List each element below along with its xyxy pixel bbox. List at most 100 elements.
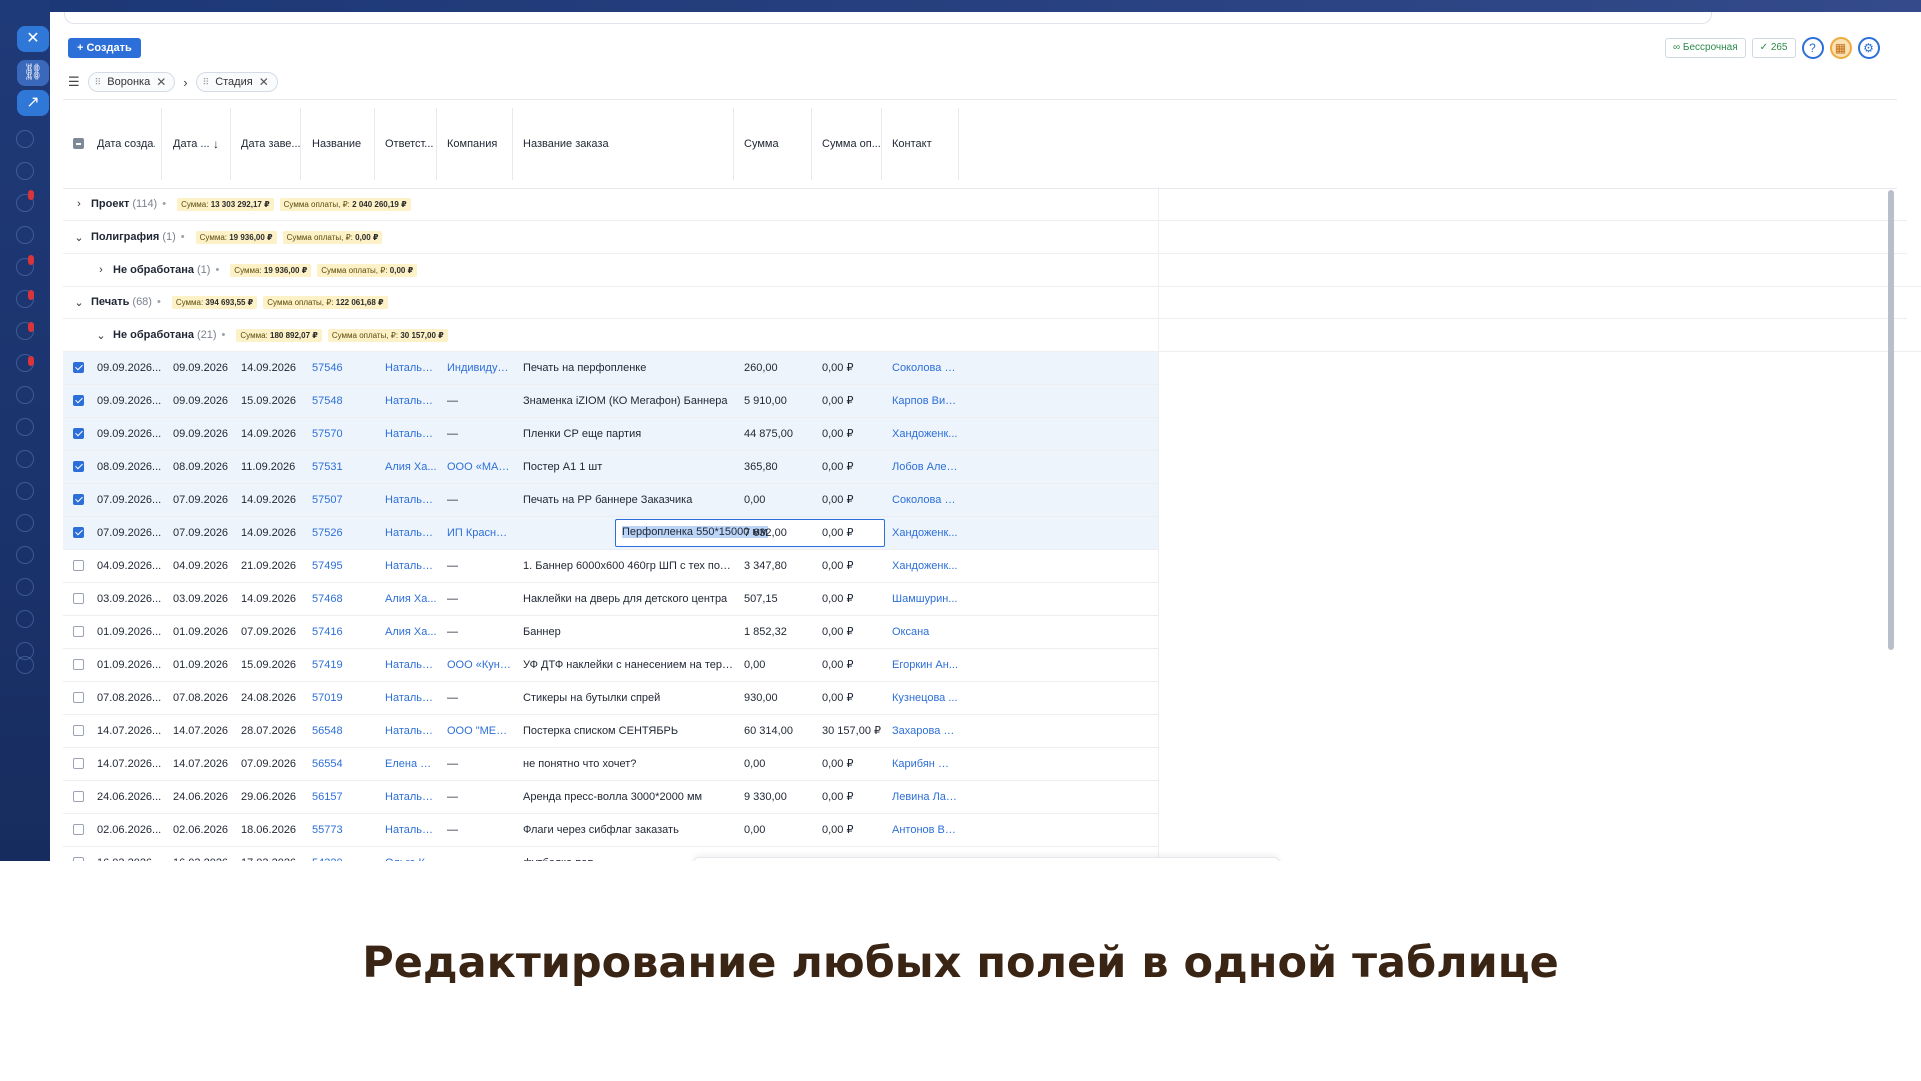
select-all-checkbox[interactable] — [73, 138, 84, 149]
table-row[interactable]: 14.07.2026... 14.07.2026 28.07.2026 5654… — [63, 715, 1159, 748]
cell-contact-link[interactable]: Кузнецова ... — [892, 682, 958, 714]
cell-contact-link[interactable]: Хандоженк... — [892, 517, 958, 549]
cell-sum[interactable]: 9 330,00 — [744, 781, 808, 813]
cell-created[interactable]: 02.06.2026... — [97, 814, 167, 846]
cell-finish[interactable]: 15.09.2026 — [241, 649, 305, 681]
cell-company[interactable]: — — [447, 748, 511, 780]
table-row[interactable]: 07.09.2026... 07.09.2026 14.09.2026 5752… — [63, 517, 1159, 550]
sidebar-icon[interactable] — [16, 418, 34, 436]
cell-contact-link[interactable]: Егоркин Ан... — [892, 649, 958, 681]
sidebar-icon[interactable] — [16, 162, 34, 180]
cell-owner-link[interactable]: Наталья... — [385, 550, 437, 582]
cell-date[interactable]: 24.06.2026 — [173, 781, 233, 813]
cell-date[interactable]: 14.07.2026 — [173, 748, 233, 780]
cell-order[interactable]: Баннер — [523, 616, 733, 648]
column-header[interactable]: Контакт — [892, 100, 952, 188]
column-divider[interactable] — [161, 108, 162, 180]
cell-paid[interactable]: 0,00 ₽ — [822, 451, 886, 483]
cell-name-link[interactable]: 57548 — [312, 385, 372, 417]
cell-paid[interactable]: 0,00 ₽ — [822, 550, 886, 582]
cell-company[interactable]: — — [447, 418, 511, 450]
row-checkbox[interactable] — [73, 395, 84, 406]
cell-sum[interactable]: 5 910,00 — [744, 385, 808, 417]
cell-date[interactable]: 09.09.2026 — [173, 385, 233, 417]
help-icon[interactable]: ? — [1801, 37, 1824, 59]
group-row-project[interactable]: › Проект (114) • Сумма: 13 303 292,17 ₽ … — [63, 188, 1907, 221]
cell-company-link[interactable]: — — [447, 385, 511, 417]
cell-created[interactable]: 14.07.2026... — [97, 715, 167, 747]
cell-finish[interactable]: 14.09.2026 — [241, 583, 305, 615]
chevron-down-icon[interactable]: ⌄ — [73, 231, 85, 244]
cell-paid[interactable]: 0,00 ₽ — [822, 814, 886, 846]
cell-name-link[interactable]: 57531 — [312, 451, 372, 483]
column-divider[interactable] — [374, 108, 375, 180]
cell-finish[interactable]: 14.09.2026 — [241, 484, 305, 516]
cell-finish[interactable]: 24.08.2026 — [241, 682, 305, 714]
chevron-down-icon[interactable]: ⌄ — [73, 296, 85, 309]
link-icon[interactable]: ⛓ — [17, 60, 49, 86]
row-checkbox[interactable] — [73, 626, 84, 637]
cell-contact-link[interactable]: Левина Лара — [892, 781, 958, 813]
cell-name-link[interactable]: 57416 — [312, 616, 372, 648]
cell-order[interactable]: Пленки СР еще партия — [523, 418, 733, 450]
cell-finish[interactable]: 21.09.2026 — [241, 550, 305, 582]
cell-name-link[interactable]: 56554 — [312, 748, 372, 780]
chevron-right-icon[interactable]: › — [73, 198, 85, 210]
column-header[interactable]: Дата ... — [173, 100, 209, 188]
cell-contact-link[interactable]: Соколова О... — [892, 352, 958, 384]
cell-order[interactable]: Флаги через сибфлаг заказать — [523, 814, 733, 846]
sidebar-icon[interactable] — [16, 482, 34, 500]
cell-name-link[interactable]: 57419 — [312, 649, 372, 681]
cell-owner-link[interactable]: Наталья... — [385, 484, 437, 516]
cell-date[interactable]: 14.07.2026 — [173, 715, 233, 747]
cell-date[interactable]: 08.09.2026 — [173, 451, 233, 483]
cell-owner-link[interactable]: Наталья... — [385, 517, 437, 549]
cell-finish[interactable]: 15.09.2026 — [241, 385, 305, 417]
cell-finish[interactable]: 29.06.2026 — [241, 781, 305, 813]
table-row[interactable]: 02.06.2026... 02.06.2026 18.06.2026 5577… — [63, 814, 1159, 847]
license-badge[interactable]: ∞ Бессрочная — [1665, 38, 1746, 58]
cell-sum[interactable]: 60 314,00 — [744, 715, 808, 747]
counter-badge[interactable]: ✓ 265 — [1751, 38, 1796, 58]
cell-name-link[interactable]: 56548 — [312, 715, 372, 747]
column-divider[interactable] — [958, 108, 959, 180]
cell-paid[interactable]: 0,00 ₽ — [822, 781, 886, 813]
group-chip-funnel[interactable]: ⠿ Воронка ✕ — [87, 72, 176, 92]
column-divider[interactable] — [512, 108, 513, 180]
cell-owner-link[interactable]: Елена М... — [385, 748, 437, 780]
table-row[interactable]: 09.09.2026... 09.09.2026 14.09.2026 5757… — [63, 418, 1159, 451]
cell-contact-link[interactable]: Оксана — [892, 616, 958, 648]
sidebar-icon[interactable] — [16, 386, 34, 404]
cell-company[interactable]: — — [447, 814, 511, 846]
sidebar-icon[interactable] — [16, 450, 34, 468]
cell-finish[interactable]: 14.09.2026 — [241, 352, 305, 384]
cell-sum[interactable]: 3 347,80 — [744, 550, 808, 582]
cell-order[interactable]: Аренда пресс-волла 3000*2000 мм — [523, 781, 733, 813]
table-row[interactable]: 09.09.2026... 09.09.2026 15.09.2026 5754… — [63, 385, 1159, 418]
cell-contact-link[interactable]: Карибян Ю... — [892, 748, 958, 780]
cell-company[interactable]: — — [447, 550, 511, 582]
column-header[interactable]: Название заказа — [523, 100, 723, 188]
drag-handle-icon[interactable]: ⠿ — [203, 73, 210, 91]
cell-owner-link[interactable]: Наталья... — [385, 715, 437, 747]
cell-created[interactable]: 07.08.2026... — [97, 682, 167, 714]
cell-finish[interactable]: 07.09.2026 — [241, 748, 305, 780]
cell-paid[interactable]: 0,00 ₽ — [822, 418, 886, 450]
cell-name-link[interactable]: 57526 — [312, 517, 372, 549]
cell-date[interactable]: 09.09.2026 — [173, 352, 233, 384]
cell-company-link[interactable]: ООО "МЕД... — [447, 715, 511, 747]
close-icon[interactable]: ✕ — [156, 73, 166, 91]
cell-sum[interactable]: 0,00 — [744, 484, 808, 516]
cell-paid[interactable]: 0,00 ₽ — [822, 517, 886, 549]
cell-owner-link[interactable]: Наталья... — [385, 814, 437, 846]
cell-contact-link[interactable]: Лобов Алек... — [892, 451, 958, 483]
column-divider[interactable] — [733, 108, 734, 180]
cell-created[interactable]: 09.09.2026... — [97, 385, 167, 417]
cell-order[interactable]: Печать на перфопленке — [523, 352, 733, 384]
sidebar-icon[interactable] — [16, 578, 34, 596]
cell-sum[interactable]: 0,00 — [744, 814, 808, 846]
cell-name-link[interactable]: 54320 — [312, 847, 372, 861]
row-checkbox[interactable] — [73, 857, 84, 861]
row-checkbox[interactable] — [73, 725, 84, 736]
cell-contact-link[interactable]: Карпов Вик... — [892, 385, 958, 417]
